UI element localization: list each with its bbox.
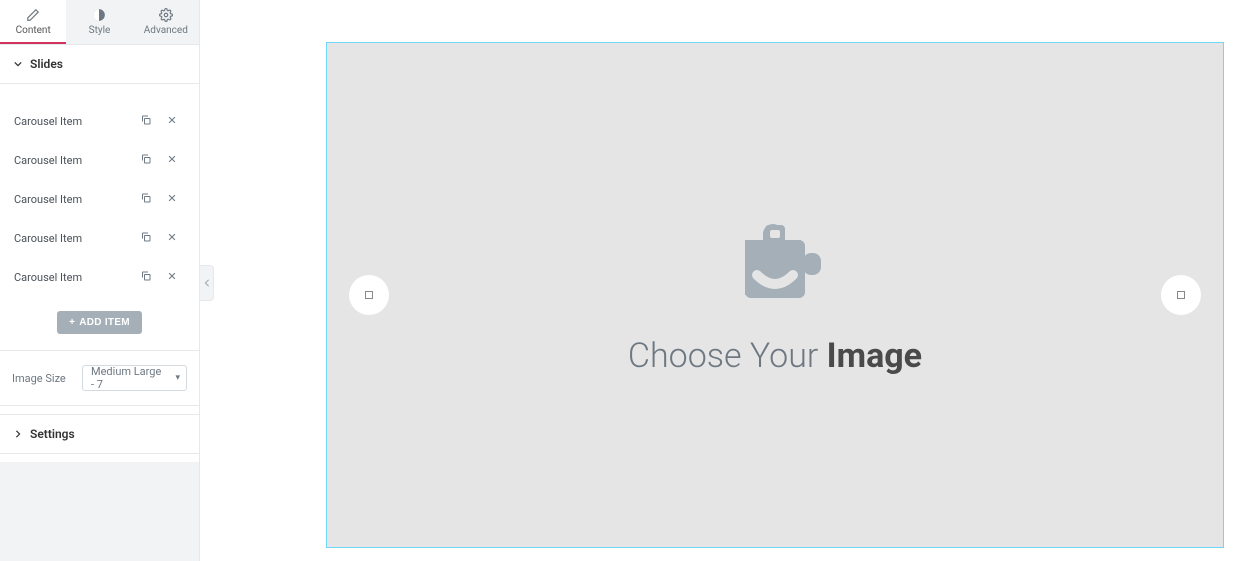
- slide-item[interactable]: Carousel Item: [12, 258, 187, 297]
- add-item-button[interactable]: + ADD ITEM: [57, 311, 142, 334]
- remove-icon[interactable]: [159, 193, 185, 206]
- style-icon: [92, 8, 106, 22]
- caret-down-icon: [14, 57, 22, 71]
- slide-item-label: Carousel Item: [14, 271, 133, 284]
- tab-label: Content: [16, 25, 51, 36]
- select-value: Medium Large - 7: [91, 365, 166, 391]
- editor-sidebar: Content Style Advanced Slides Carousel I…: [0, 0, 200, 561]
- slide-item[interactable]: Carousel Item: [12, 219, 187, 258]
- preview-area: Choose Your Image: [200, 0, 1241, 561]
- placeholder-text: Choose Your Image: [628, 336, 922, 376]
- section-slides[interactable]: Slides: [0, 45, 199, 84]
- duplicate-icon[interactable]: [133, 114, 159, 129]
- add-item-label: ADD ITEM: [79, 317, 130, 328]
- section-settings[interactable]: Settings: [0, 414, 199, 454]
- remove-icon[interactable]: [159, 154, 185, 167]
- placeholder-prefix: Choose Your: [628, 336, 827, 376]
- carousel-next-button[interactable]: [1161, 275, 1201, 315]
- slide-item-label: Carousel Item: [14, 154, 133, 167]
- remove-icon[interactable]: [159, 232, 185, 245]
- slide-item[interactable]: Carousel Item: [12, 141, 187, 180]
- slide-item[interactable]: Carousel Item: [12, 180, 187, 219]
- remove-icon[interactable]: [159, 115, 185, 128]
- duplicate-icon[interactable]: [133, 153, 159, 168]
- slide-item-label: Carousel Item: [14, 193, 133, 206]
- plus-icon: +: [69, 317, 75, 328]
- placeholder-bold: Image: [827, 336, 922, 376]
- duplicate-icon[interactable]: [133, 270, 159, 285]
- panel-tabs: Content Style Advanced: [0, 0, 199, 45]
- carousel-prev-button[interactable]: [349, 275, 389, 315]
- duplicate-icon[interactable]: [133, 192, 159, 207]
- section-title: Slides: [30, 57, 63, 71]
- widget-canvas[interactable]: Choose Your Image: [326, 42, 1224, 548]
- section-title: Settings: [30, 427, 75, 441]
- image-size-field: Image Size Medium Large - 7: [0, 350, 199, 406]
- image-size-select[interactable]: Medium Large - 7: [82, 365, 187, 391]
- sidebar-empty-area: [0, 462, 199, 561]
- tab-label: Advanced: [144, 25, 188, 36]
- field-label: Image Size: [12, 372, 82, 385]
- slide-item-label: Carousel Item: [14, 115, 133, 128]
- slide-item[interactable]: Carousel Item: [12, 102, 187, 141]
- tab-style[interactable]: Style: [66, 0, 132, 44]
- caret-right-icon: [14, 427, 22, 441]
- tab-advanced[interactable]: Advanced: [133, 0, 199, 44]
- tab-content[interactable]: Content: [0, 0, 66, 44]
- pencil-icon: [26, 8, 40, 22]
- image-placeholder[interactable]: Choose Your Image: [628, 215, 922, 376]
- duplicate-icon[interactable]: [133, 231, 159, 246]
- puzzle-icon: [628, 215, 922, 318]
- slide-item-label: Carousel Item: [14, 232, 133, 245]
- slides-list: Carousel Item Carousel Item Carousel Ite…: [0, 84, 199, 350]
- tab-label: Style: [89, 25, 111, 36]
- remove-icon[interactable]: [159, 271, 185, 284]
- gear-icon: [159, 8, 173, 22]
